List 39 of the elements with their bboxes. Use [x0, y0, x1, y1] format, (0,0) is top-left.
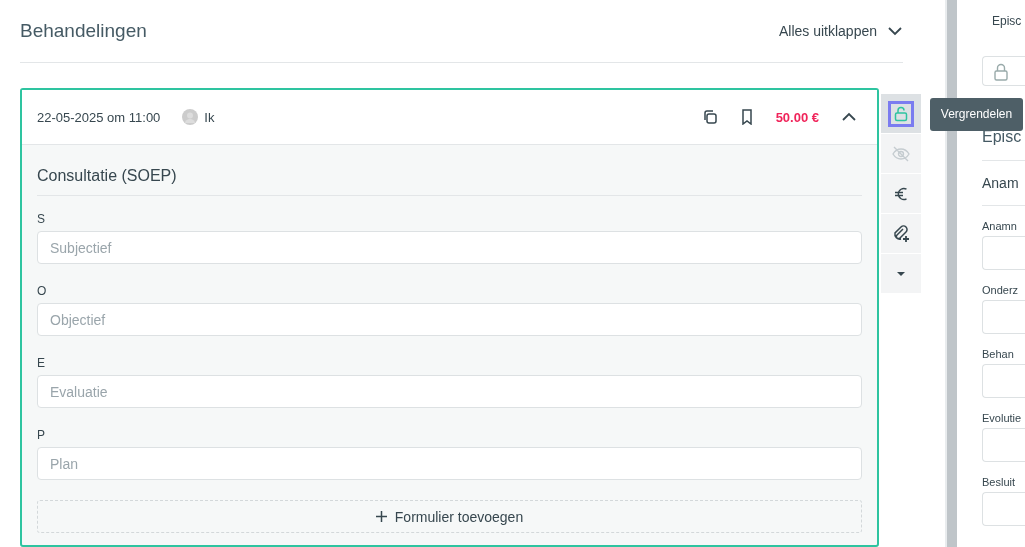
- copy-icon[interactable]: [701, 109, 718, 125]
- text-field[interactable]: [982, 428, 1025, 462]
- text-field[interactable]: [982, 492, 1025, 526]
- expand-all-button[interactable]: Alles uitklappen: [778, 23, 903, 39]
- add-form-button[interactable]: Formulier toevoegen: [37, 500, 862, 533]
- euro-icon: [894, 185, 908, 202]
- field-label: Onderz: [982, 284, 1020, 296]
- bookmark-icon[interactable]: [739, 109, 754, 125]
- section-title: Behandelingen: [20, 20, 147, 42]
- text-field[interactable]: Evaluatie: [37, 375, 862, 408]
- eye-off-icon: [892, 145, 910, 162]
- field-label: Anamn: [982, 220, 1018, 232]
- field-label: Behan: [982, 348, 1015, 360]
- plus-icon: [375, 511, 387, 522]
- tooltip: Vergrendelen: [930, 98, 1023, 131]
- field-label: O: [37, 284, 48, 298]
- text-field[interactable]: Subjectief: [37, 231, 862, 264]
- field-label: P: [37, 428, 46, 442]
- text-field[interactable]: [982, 300, 1025, 334]
- tab[interactable]: Episc: [992, 14, 1025, 28]
- avatar-icon: [182, 109, 199, 125]
- unlocked-lock-icon: [891, 103, 911, 124]
- caret-down-icon: [896, 270, 906, 277]
- section-heading: Anam: [982, 175, 1020, 191]
- field-label: E: [37, 356, 46, 370]
- field-label: Besluit: [982, 476, 1017, 488]
- text-field[interactable]: Objectief: [37, 303, 862, 336]
- paperclip-plus-icon: [892, 224, 910, 243]
- user-name: Ik: [204, 109, 215, 125]
- field-label: S: [37, 212, 46, 226]
- field-label: Evolutie: [982, 412, 1023, 424]
- price: 50.00 €: [775, 109, 819, 125]
- treatment-date: 22-05-2025 om 11:00: [37, 109, 161, 125]
- form-title: Consultatie (SOEP): [37, 167, 862, 196]
- lock-button[interactable]: [881, 94, 921, 134]
- text-field[interactable]: Plan: [37, 447, 862, 480]
- lock-icon: [993, 63, 1009, 81]
- text-field[interactable]: [982, 236, 1025, 270]
- text-field[interactable]: [982, 364, 1025, 398]
